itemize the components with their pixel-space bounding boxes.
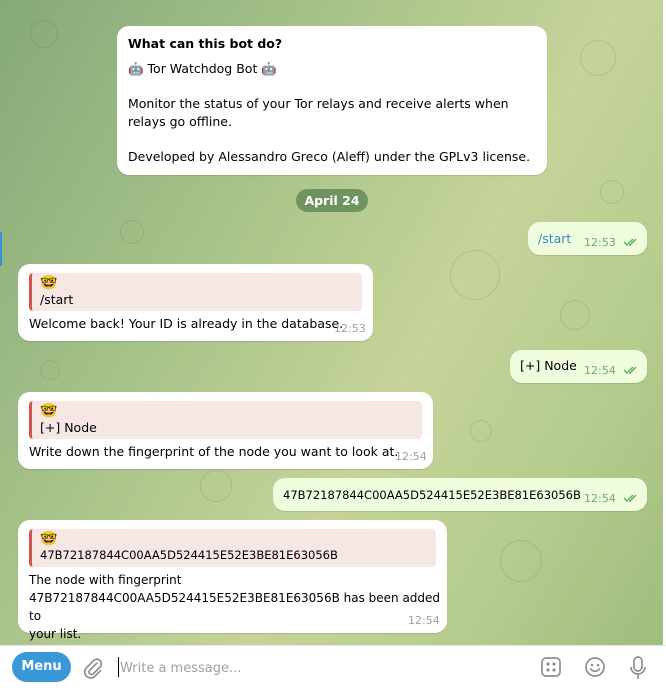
window-edge-marker <box>0 232 2 266</box>
bot-credits: Developed by Alessandro Greco (Aleff) un… <box>128 149 531 164</box>
message-time: 12:54 <box>408 614 440 627</box>
command-link[interactable]: /start <box>538 230 571 248</box>
quoted-text: /start <box>40 292 74 307</box>
message-text: Write down the fingerprint of the node y… <box>29 444 399 459</box>
incoming-message[interactable]: 🤓 [+] Node Write down the fingerprint of… <box>18 392 433 469</box>
quoted-text: 47B72187844C00AA5D524415E52E3BE81E63056B <box>40 548 338 562</box>
background-pattern <box>470 420 492 442</box>
message-input[interactable] <box>118 654 522 682</box>
message-text: The node with fingerprint 47B72187844C00… <box>29 573 441 641</box>
message-time: 12:53 <box>334 322 366 335</box>
bot-intro-card: What can this bot do? 🤖 Tor Watchdog Bot… <box>117 26 547 175</box>
outgoing-message[interactable]: [+] Node 12:54 <box>510 350 647 383</box>
nerd-face-icon: 🤓 <box>40 531 58 547</box>
nerd-face-icon: 🤓 <box>40 403 58 419</box>
text-cursor <box>118 657 119 677</box>
background-pattern <box>40 360 60 380</box>
double-check-icon <box>623 238 637 247</box>
background-pattern <box>500 540 542 582</box>
intro-heading: What can this bot do? <box>128 36 283 51</box>
reply-quote[interactable]: 🤓 47B72187844C00AA5D524415E52E3BE81E6305… <box>29 529 436 567</box>
message-text: Welcome back! Your ID is already in the … <box>29 316 344 331</box>
bot-commands-icon[interactable] <box>540 656 562 678</box>
background-pattern <box>30 20 58 48</box>
message-time: 12:53 <box>584 236 616 249</box>
double-check-icon <box>623 494 637 503</box>
message-time: 12:54 <box>584 492 616 505</box>
background-pattern <box>560 300 590 330</box>
bot-name-line: 🤖 Tor Watchdog Bot 🤖 <box>128 61 277 76</box>
quoted-text: [+] Node <box>40 420 97 435</box>
microphone-icon[interactable] <box>629 655 647 681</box>
outgoing-message[interactable]: /start 12:53 <box>528 222 647 255</box>
reply-quote[interactable]: 🤓 /start <box>29 273 362 311</box>
background-pattern <box>200 470 232 502</box>
reply-quote[interactable]: 🤓 [+] Node <box>29 401 422 439</box>
message-time: 12:54 <box>584 364 616 377</box>
incoming-message[interactable]: 🤓 /start Welcome back! Your ID is alread… <box>18 264 373 341</box>
message-composer: Menu <box>0 645 666 690</box>
bot-description: Monitor the status of your Tor relays an… <box>128 96 509 129</box>
nerd-face-icon: 🤓 <box>40 275 58 291</box>
menu-button[interactable]: Menu <box>12 652 71 682</box>
outgoing-message[interactable]: 47B72187844C00AA5D524415E52E3BE81E63056B… <box>273 478 647 511</box>
background-pattern <box>600 180 624 204</box>
background-pattern <box>120 220 144 244</box>
background-pattern <box>450 250 500 300</box>
incoming-message[interactable]: 🤓 47B72187844C00AA5D524415E52E3BE81E6305… <box>18 520 447 641</box>
message-time: 12:54 <box>395 450 427 463</box>
message-text: [+] Node <box>520 358 577 373</box>
emoji-icon[interactable] <box>584 656 606 678</box>
date-separator: April 24 <box>296 189 368 212</box>
message-text: 47B72187844C00AA5D524415E52E3BE81E63056B <box>283 488 581 502</box>
double-check-icon <box>623 366 637 375</box>
background-pattern <box>580 40 616 76</box>
attach-icon[interactable] <box>82 656 104 680</box>
